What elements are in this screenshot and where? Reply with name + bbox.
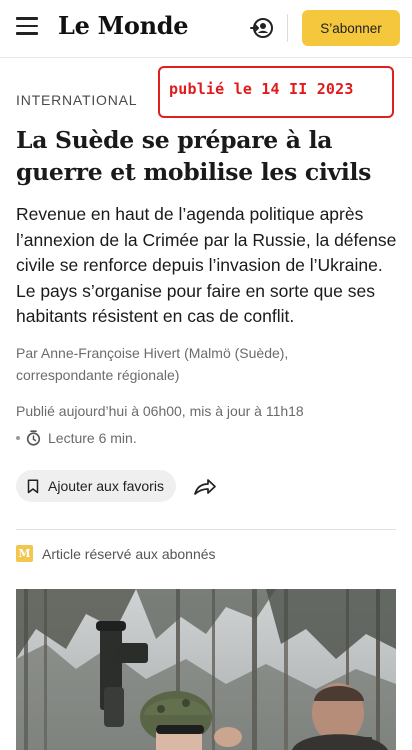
clock-icon — [26, 430, 41, 446]
article-photo[interactable] — [16, 589, 396, 750]
site-header: Le Monde S’abonner — [0, 0, 412, 58]
subscriber-only-label: Article réservé aux abonnés — [42, 545, 216, 562]
bullet-dot — [16, 436, 20, 440]
le-monde-badge-icon: M — [16, 545, 33, 562]
publication-date: Publié aujourd’hui à 06h00, mis à jour à… — [16, 403, 304, 419]
reading-time: Lecture 6 min. — [16, 430, 137, 446]
article-rubric[interactable]: INTERNATIONAL — [16, 92, 137, 108]
article-lede: Revenue en haut de l’agenda politique ap… — [16, 204, 397, 326]
article-title: La Suède se prépare à la guerre et mobil… — [16, 126, 372, 186]
share-icon[interactable] — [192, 474, 218, 500]
account-icon[interactable] — [250, 16, 274, 40]
hamburger-menu-icon[interactable] — [16, 17, 38, 37]
site-logo[interactable]: Le Monde — [58, 11, 188, 40]
header-separator — [287, 14, 288, 42]
subscriber-only-notice: M Article réservé aux abonnés — [16, 545, 216, 562]
favorites-label: Ajouter aux favoris — [48, 478, 164, 494]
subscribe-button[interactable]: S’abonner — [302, 10, 400, 46]
bookmark-icon — [27, 478, 39, 493]
reading-time-label: Lecture 6 min. — [48, 430, 137, 446]
photo-illustration — [16, 589, 396, 750]
add-to-favorites-button[interactable]: Ajouter aux favoris — [16, 470, 176, 502]
article-byline: Par Anne-Françoise Hivert (Malmö (Suède)… — [16, 345, 289, 383]
publication-date-stamp: publié le 14 II 2023 — [158, 66, 394, 118]
section-divider — [16, 529, 396, 530]
